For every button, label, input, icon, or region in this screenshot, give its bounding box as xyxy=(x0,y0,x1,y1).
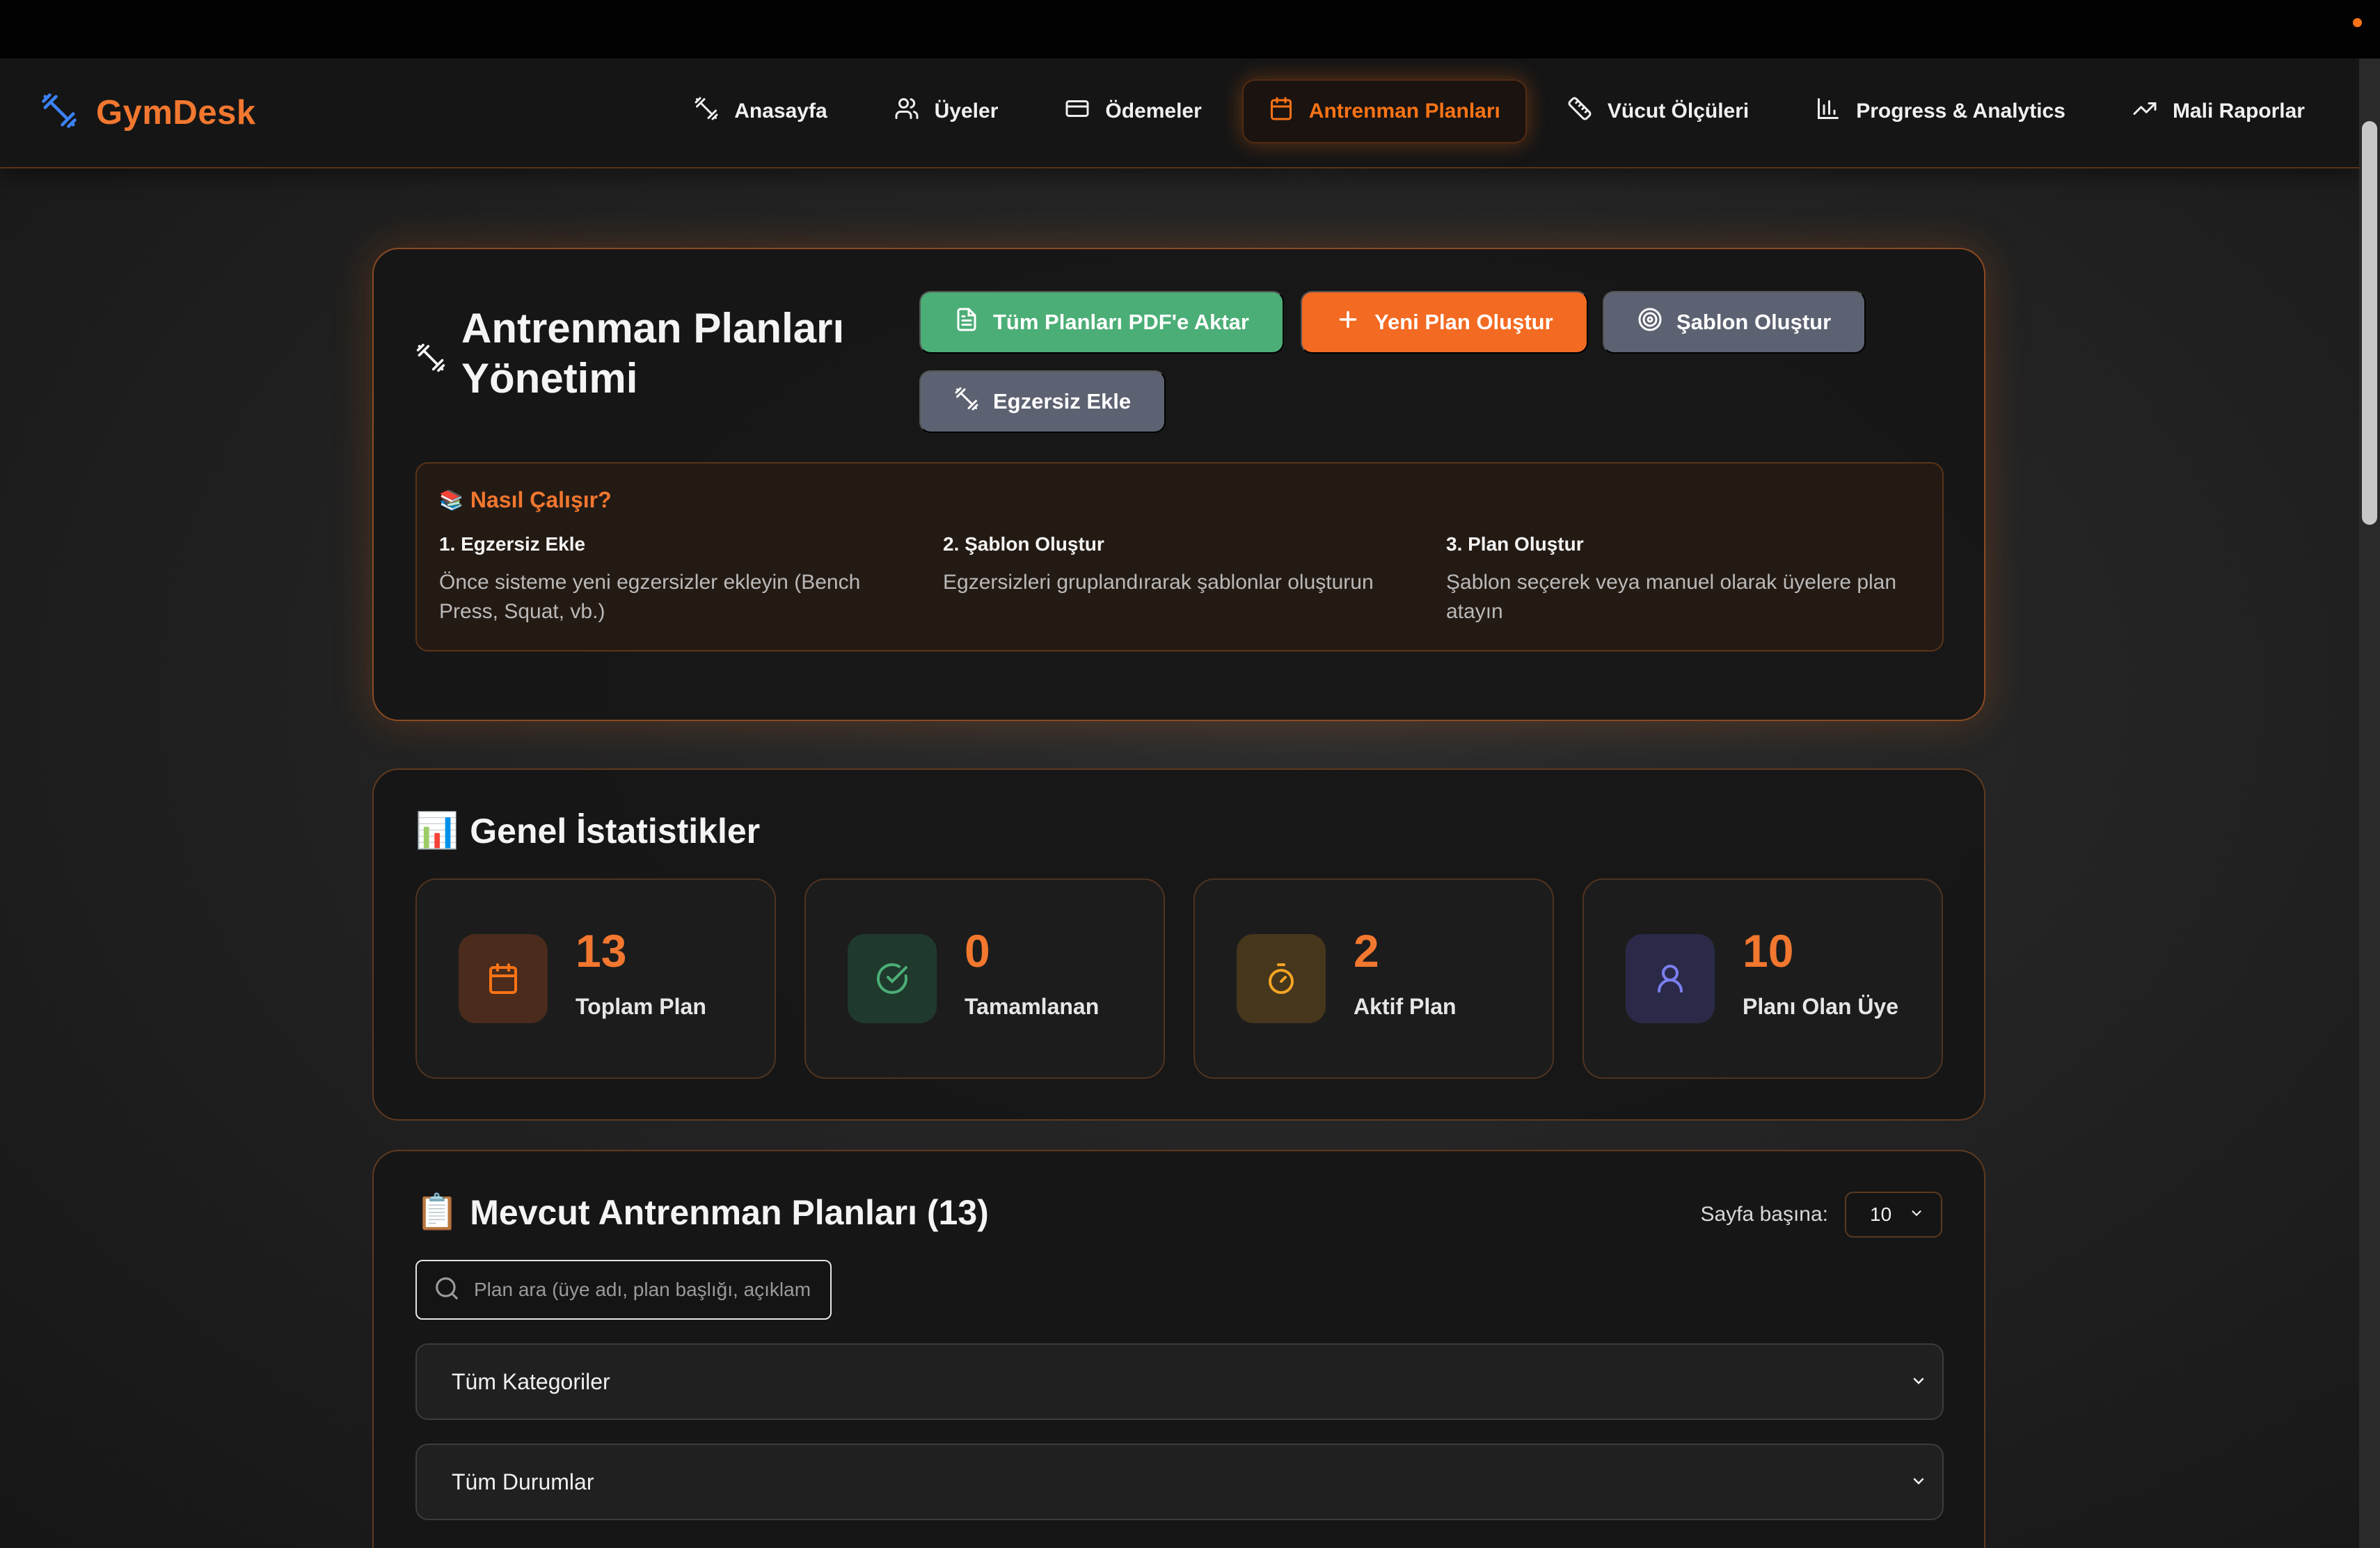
target-icon xyxy=(1637,307,1663,338)
how-it-works-title: 📚 Nasıl Çalışır? xyxy=(439,487,612,513)
top-navbar: GymDesk Anasayfa Üyeler Ödemeler Antrenm… xyxy=(0,58,2359,168)
calendar-icon xyxy=(1269,96,1294,127)
per-page-control: Sayfa başına: 10 xyxy=(1701,1192,1942,1238)
how-step-1: 1. Egzersiz Ekle Önce sisteme yeni egzer… xyxy=(439,533,912,626)
credit-card-icon xyxy=(1065,96,1090,127)
step-description: Önce sisteme yeni egzersizler ekleyin (B… xyxy=(439,571,861,623)
category-filter-select[interactable]: Tüm Kategoriler xyxy=(415,1343,1944,1420)
nav-label: Ödemeler xyxy=(1105,100,1202,123)
dumbbell-icon xyxy=(954,386,979,417)
app-name: GymDesk xyxy=(96,93,256,132)
nav-item-antrenman-planlari[interactable]: Antrenman Planları xyxy=(1241,79,1527,143)
step-title: 1. Egzersiz Ekle xyxy=(439,533,586,555)
page-title: Antrenman Planları Yönetimi xyxy=(461,305,845,402)
how-it-works-box: 📚 Nasıl Çalışır? 1. Egzersiz Ekle Önce s… xyxy=(415,462,1944,651)
stat-label: Tamamlanan xyxy=(965,994,1100,1019)
stats-heading: Genel İstatistikler xyxy=(470,811,761,851)
plans-header-panel: Antrenman Planları Yönetimi Tüm Planları… xyxy=(372,248,1985,721)
scrollbar-thumb[interactable] xyxy=(2362,121,2377,525)
nav-item-odemeler[interactable]: Ödemeler xyxy=(1038,79,1228,143)
how-it-works-heading: Nasıl Çalışır? xyxy=(470,487,612,512)
per-page-value: 10 xyxy=(1870,1203,1892,1225)
nav-item-progress-analytics[interactable]: Progress & Analytics xyxy=(1789,79,2092,143)
plus-icon xyxy=(1335,307,1360,338)
step-title: 2. Şablon Oluştur xyxy=(943,533,1104,555)
stat-card-completed: 0 Tamamlanan xyxy=(804,878,1165,1079)
button-label: Yeni Plan Oluştur xyxy=(1374,310,1553,334)
dumbbell-icon xyxy=(415,303,446,404)
stat-card-total-plans: 13 Toplam Plan xyxy=(415,878,776,1079)
dumbbell-logo-icon xyxy=(40,92,78,133)
notification-dot xyxy=(2353,18,2362,27)
nav-label: Mali Raporlar xyxy=(2172,100,2305,123)
per-page-label: Sayfa başına: xyxy=(1700,1203,1828,1226)
stat-value: 10 xyxy=(1743,925,1794,977)
stat-value: 0 xyxy=(965,925,990,977)
per-page-select[interactable]: 10 xyxy=(1845,1192,1942,1238)
nav-label: Üyeler xyxy=(934,100,999,123)
books-icon: 📚 xyxy=(439,489,463,511)
stat-value: 2 xyxy=(1354,925,1379,977)
file-text-icon xyxy=(954,307,979,338)
status-filter-value: Tüm Durumlar xyxy=(452,1469,594,1494)
chevron-down-icon xyxy=(1910,1369,1927,1395)
page-scrollbar[interactable] xyxy=(2359,58,2380,1548)
dumbbell-icon xyxy=(694,96,719,127)
export-pdf-button[interactable]: Tüm Planları PDF'e Aktar xyxy=(919,291,1284,354)
main-nav: Anasayfa Üyeler Ödemeler Antrenman Planl… xyxy=(667,79,2331,143)
check-circle-icon xyxy=(848,934,937,1023)
button-label: Egzersiz Ekle xyxy=(993,389,1132,413)
step-description: Egzersizleri gruplandırarak şablonlar ol… xyxy=(943,571,1374,594)
nav-label: Vücut Ölçüleri xyxy=(1607,100,1750,123)
plans-title: 📋 Mevcut Antrenman Planları (13) xyxy=(415,1192,989,1233)
nav-item-anasayfa[interactable]: Anasayfa xyxy=(667,79,853,143)
timer-icon xyxy=(1237,934,1326,1023)
chart-emoji-icon: 📊 xyxy=(415,811,459,850)
stat-label: Toplam Plan xyxy=(576,994,706,1019)
general-stats-panel: 📊 Genel İstatistikler 13 Toplam Plan 0 T… xyxy=(372,768,1985,1121)
system-top-bar xyxy=(0,0,2380,58)
nav-label: Progress & Analytics xyxy=(1856,100,2065,123)
plans-heading: Mevcut Antrenman Planları (13) xyxy=(470,1192,989,1232)
nav-item-mali-raporlar[interactable]: Mali Raporlar xyxy=(2106,79,2331,143)
stat-label: Aktif Plan xyxy=(1354,994,1457,1019)
nav-label: Antrenman Planları xyxy=(1308,100,1500,123)
user-icon xyxy=(1626,934,1715,1023)
step-title: 3. Plan Oluştur xyxy=(1446,533,1584,555)
bar-chart-icon xyxy=(1816,96,1841,127)
status-filter-select[interactable]: Tüm Durumlar xyxy=(415,1444,1944,1520)
brand[interactable]: GymDesk xyxy=(40,92,256,133)
button-label: Şablon Oluştur xyxy=(1676,310,1832,334)
add-exercise-button[interactable]: Egzersiz Ekle xyxy=(919,370,1166,433)
nav-item-vucut-olculeri[interactable]: Vücut Ölçüleri xyxy=(1541,79,1775,143)
users-icon xyxy=(894,96,919,127)
stats-title: 📊 Genel İstatistikler xyxy=(415,810,760,851)
nav-label: Anasayfa xyxy=(734,100,827,123)
nav-item-uyeler[interactable]: Üyeler xyxy=(868,79,1025,143)
chevron-down-icon xyxy=(1909,1203,1924,1226)
plan-search-input[interactable] xyxy=(474,1279,814,1301)
create-template-button[interactable]: Şablon Oluştur xyxy=(1603,291,1866,354)
new-plan-button[interactable]: Yeni Plan Oluştur xyxy=(1301,291,1588,354)
how-step-3: 3. Plan Oluştur Şablon seçerek veya manu… xyxy=(1446,533,1919,626)
step-description: Şablon seçerek veya manuel olarak üyeler… xyxy=(1446,571,1897,623)
stat-label: Planı Olan Üye xyxy=(1743,994,1899,1019)
button-label: Tüm Planları PDF'e Aktar xyxy=(993,310,1249,334)
plan-search-box xyxy=(415,1260,832,1320)
stat-card-members-with-plan: 10 Planı Olan Üye xyxy=(1582,878,1943,1079)
calendar-icon xyxy=(459,934,548,1023)
clipboard-emoji-icon: 📋 xyxy=(415,1192,459,1231)
stat-card-active-plans: 2 Aktif Plan xyxy=(1193,878,1554,1079)
category-filter-value: Tüm Kategoriler xyxy=(452,1368,610,1394)
chevron-down-icon xyxy=(1910,1469,1927,1495)
ruler-icon xyxy=(1567,96,1592,127)
stat-value: 13 xyxy=(576,925,627,977)
existing-plans-panel: 📋 Mevcut Antrenman Planları (13) Sayfa b… xyxy=(372,1150,1985,1548)
page-title-block: Antrenman Planları Yönetimi xyxy=(415,303,851,404)
search-icon xyxy=(434,1275,460,1305)
trending-up-icon xyxy=(2132,96,2157,127)
how-step-2: 2. Şablon Oluştur Egzersizleri gruplandı… xyxy=(943,533,1416,597)
